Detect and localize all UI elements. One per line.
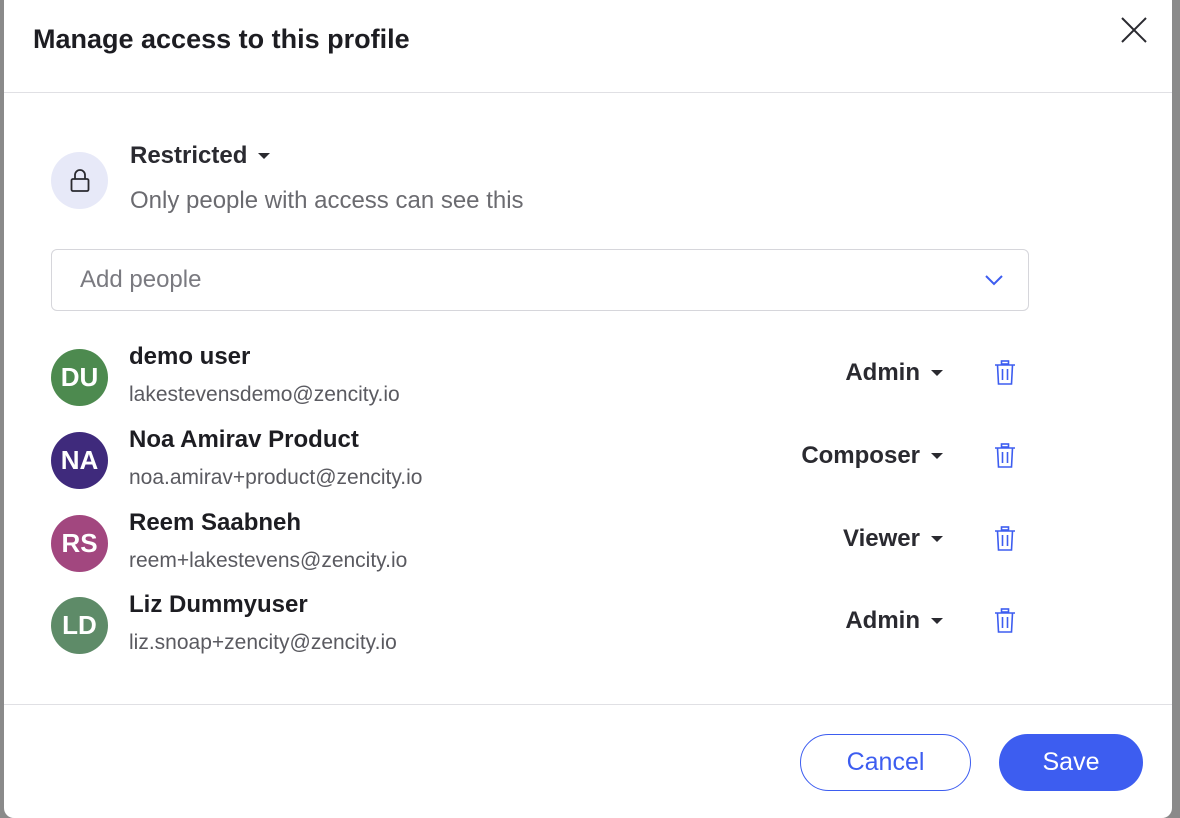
caret-down-icon (258, 153, 271, 159)
lock-icon (70, 168, 89, 192)
trash-icon (995, 526, 1015, 551)
avatar: DU (51, 349, 108, 406)
caret-down-icon (931, 536, 943, 542)
remove-person-button[interactable] (993, 607, 1017, 640)
trash-icon (995, 360, 1015, 385)
person-name: Reem Saabneh (129, 509, 302, 536)
role-label: Composer (801, 442, 920, 469)
role-label: Viewer (843, 525, 920, 552)
caret-down-icon (931, 453, 943, 459)
general-access-setting: Restricted Only people with access can s… (51, 142, 751, 222)
person-row: LD Liz Dummyuser liz.snoap+zencity@zenci… (51, 591, 1031, 661)
cancel-button[interactable]: Cancel (800, 734, 971, 791)
person-name: Liz Dummyuser (129, 591, 308, 618)
role-dropdown[interactable]: Admin (845, 359, 943, 387)
person-row: NA Noa Amirav Product noa.amirav+product… (51, 426, 1031, 496)
access-level-dropdown[interactable]: Restricted (130, 142, 271, 170)
caret-down-icon (931, 618, 943, 624)
add-people-placeholder: Add people (80, 266, 202, 293)
person-email: lakestevensdemo@zencity.io (129, 383, 400, 406)
person-name: demo user (129, 343, 251, 370)
close-button[interactable] (1118, 14, 1150, 46)
dialog-footer: Cancel Save (4, 704, 1172, 818)
dialog-title: Manage access to this profile (33, 24, 410, 54)
remove-person-button[interactable] (993, 442, 1017, 475)
role-label: Admin (845, 359, 920, 386)
caret-down-icon (931, 370, 943, 376)
manage-access-dialog: Manage access to this profile Restricted… (4, 0, 1172, 818)
lock-badge (51, 152, 108, 209)
avatar: RS (51, 515, 108, 572)
remove-person-button[interactable] (993, 359, 1017, 392)
add-people-input[interactable]: Add people (51, 249, 1029, 311)
person-row: RS Reem Saabneh reem+lakestevens@zencity… (51, 509, 1031, 579)
role-dropdown[interactable]: Admin (845, 607, 943, 635)
avatar: LD (51, 597, 108, 654)
dialog-header: Manage access to this profile (4, 0, 1172, 93)
person-email: liz.snoap+zencity@zencity.io (129, 631, 397, 654)
chevron-down-icon[interactable] (984, 270, 1004, 290)
role-label: Admin (845, 607, 920, 634)
save-button[interactable]: Save (999, 734, 1143, 791)
person-email: reem+lakestevens@zencity.io (129, 549, 408, 572)
access-level-label: Restricted (130, 142, 248, 169)
person-email: noa.amirav+product@zencity.io (129, 466, 423, 489)
close-icon (1121, 17, 1147, 43)
remove-person-button[interactable] (993, 525, 1017, 558)
trash-icon (995, 608, 1015, 633)
person-name: Noa Amirav Product (129, 426, 359, 453)
person-row: DU demo user lakestevensdemo@zencity.io … (51, 343, 1031, 413)
avatar: NA (51, 432, 108, 489)
role-dropdown[interactable]: Viewer (843, 525, 943, 553)
trash-icon (995, 443, 1015, 468)
access-description: Only people with access can see this (130, 187, 524, 214)
role-dropdown[interactable]: Composer (801, 442, 943, 470)
